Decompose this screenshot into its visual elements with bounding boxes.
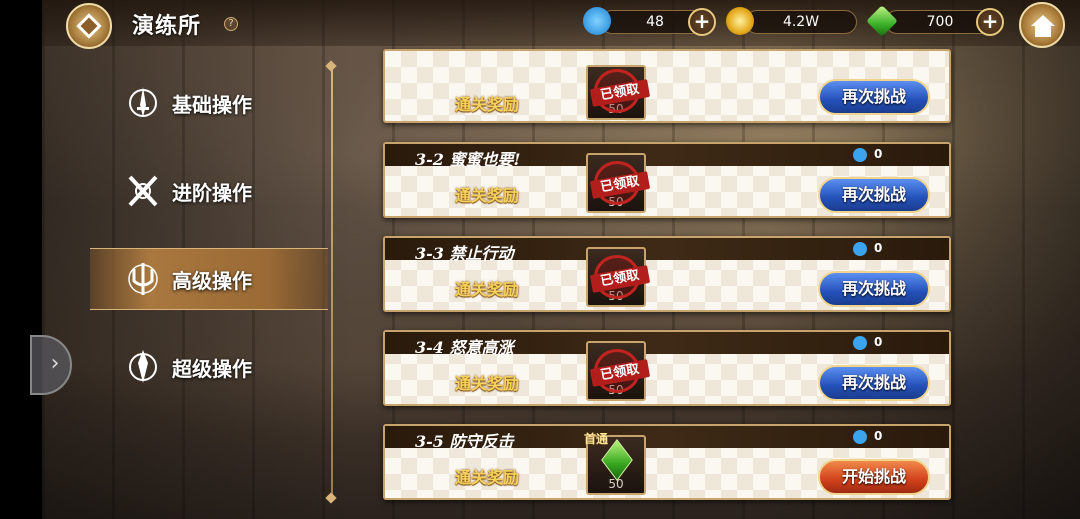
- reward-quantity: 50: [608, 477, 624, 491]
- page-title: 演练所: [132, 13, 202, 39]
- sidebar-item-high[interactable]: 高级操作: [90, 248, 328, 310]
- stage-card: 3-2 蜜蜜也要! 0 通关奖励 50 已领取 再次挑战: [383, 142, 951, 218]
- sidebar-item-advanced[interactable]: 进阶操作: [90, 160, 328, 222]
- shrimp-icon: [853, 430, 867, 444]
- retry-challenge-button[interactable]: 再次挑战: [818, 177, 930, 213]
- stage-card: 通关奖励 50 已领取 再次挑战: [383, 49, 951, 123]
- sidebar-item-label: 基础操作: [172, 92, 252, 117]
- sidebar-item-label: 高级操作: [172, 268, 252, 293]
- shrimp-icon: [583, 7, 611, 35]
- stage-count: 0: [874, 241, 883, 255]
- sidebar-item-label: 超级操作: [172, 356, 252, 381]
- claimed-stamp: 已领取: [589, 161, 651, 205]
- sidebar-item-label: 进阶操作: [172, 180, 252, 205]
- add-shrimp-button[interactable]: +: [688, 8, 716, 36]
- trident-emblem-icon: [124, 259, 162, 299]
- stage-card: 3-4 怒意高涨 0 通关奖励 50 已领取 再次挑战: [383, 330, 951, 406]
- reward-slot[interactable]: 50 已领取: [586, 247, 651, 307]
- stage-name: 3-2 蜜蜜也要!: [415, 150, 521, 169]
- claimed-stamp: 已领取: [589, 255, 651, 299]
- home-button[interactable]: [1019, 2, 1065, 48]
- reward-slot[interactable]: 50 已领取: [586, 153, 651, 213]
- sword-emblem-icon: [124, 83, 162, 123]
- claimed-stamp: 已领取: [589, 349, 651, 393]
- retry-challenge-button[interactable]: 再次挑战: [818, 365, 930, 401]
- stage-count: 0: [874, 147, 883, 161]
- gold-counter: 4.2W: [745, 10, 857, 34]
- shrimp-icon: [853, 148, 867, 162]
- reward-label: 通关奖励: [455, 186, 520, 205]
- stage-count: 0: [874, 335, 883, 349]
- claimed-stamp: 已领取: [589, 69, 651, 113]
- gold-coin-icon: [726, 7, 754, 35]
- gold-value: 4.2W: [782, 14, 820, 30]
- reward-slot[interactable]: 50 已领取: [586, 341, 651, 401]
- shrimp-icon: [853, 336, 867, 350]
- home-icon-base: [1035, 25, 1051, 37]
- help-icon[interactable]: ?: [224, 17, 238, 31]
- sidebar-item-basic[interactable]: 基础操作: [90, 72, 328, 134]
- reward-label: 通关奖励: [455, 280, 520, 299]
- reward-label: 通关奖励: [455, 374, 520, 393]
- stage-name: 3-5 防守反击: [415, 432, 514, 451]
- retry-challenge-button[interactable]: 再次挑战: [818, 79, 930, 115]
- first-clear-badge: 首通: [584, 432, 609, 446]
- shrimp-icon: [853, 242, 867, 256]
- crossed-swords-icon: [124, 171, 162, 211]
- reward-slot[interactable]: 50 已领取: [586, 65, 651, 120]
- stage-count: 0: [874, 429, 883, 443]
- reward-label: 通关奖励: [455, 468, 520, 487]
- back-emblem-button[interactable]: [66, 3, 112, 49]
- stage-card: 3-5 防守反击 0 通关奖励 50 首通 开始挑战: [383, 424, 951, 500]
- sidebar-item-super[interactable]: 超级操作: [90, 336, 328, 398]
- stage-name: 3-4 怒意高涨: [415, 338, 514, 357]
- start-challenge-button[interactable]: 开始挑战: [818, 459, 930, 495]
- stage-name: 3-3 禁止行动: [415, 244, 514, 263]
- reward-label: 通关奖励: [455, 95, 520, 114]
- stage-card: 3-3 禁止行动 0 通关奖励 50 已领取 再次挑战: [383, 236, 951, 312]
- spear-emblem-icon: [124, 347, 162, 387]
- add-gem-button[interactable]: +: [976, 8, 1004, 36]
- gem-value: 700: [926, 14, 954, 30]
- shrimp-value: 48: [646, 14, 664, 30]
- sidebar-divider: [331, 66, 333, 498]
- diamond-icon: [76, 13, 102, 39]
- retry-challenge-button[interactable]: 再次挑战: [818, 271, 930, 307]
